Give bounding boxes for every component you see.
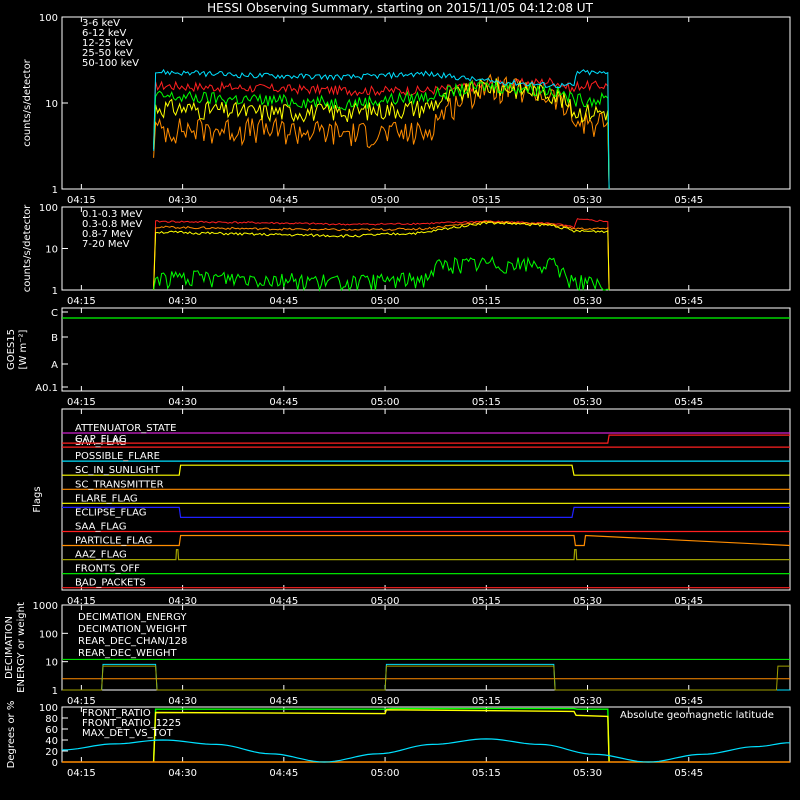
flag-label: FRONTS_OFF bbox=[75, 564, 140, 575]
x-tick-label: 05:45 bbox=[674, 696, 703, 707]
x-tick-label: 04:45 bbox=[269, 195, 298, 206]
y-tick-label: 0 bbox=[52, 758, 58, 769]
y-tick-label: A0.1 bbox=[35, 383, 58, 394]
x-tick-label: 04:15 bbox=[67, 696, 96, 707]
x-tick-label: 04:15 bbox=[67, 296, 96, 307]
y-axis-label: counts/s/detector bbox=[22, 204, 33, 292]
x-tick-label: 04:45 bbox=[269, 696, 298, 707]
flag-line bbox=[62, 464, 790, 476]
series-line bbox=[153, 218, 610, 291]
legend-entry: MAX_DET_VS_TOT bbox=[82, 728, 174, 739]
x-tick-label: 05:45 bbox=[674, 296, 703, 307]
x-tick-label: 05:30 bbox=[573, 397, 602, 408]
series-line bbox=[61, 738, 790, 763]
y-tick-label: A bbox=[51, 360, 58, 371]
y-tick-label: 100 bbox=[39, 703, 58, 714]
x-tick-label: 05:15 bbox=[472, 195, 501, 206]
series-line bbox=[153, 81, 610, 190]
series-line bbox=[153, 220, 610, 291]
observing-summary-plot: 04:15 04:30 04:45 05:00 05:15 05:30 05:4510010… bbox=[4, 13, 791, 779]
x-tick-label: 04:15 bbox=[67, 397, 96, 408]
x-tick-label: 05:00 bbox=[371, 397, 400, 408]
y-tick-label: 80 bbox=[45, 714, 58, 725]
y-tick-label: 100 bbox=[39, 13, 58, 24]
y-tick-label: 1000 bbox=[33, 601, 58, 612]
x-tick-label: 05:45 bbox=[674, 195, 703, 206]
flag-label: ECLIPSE_FLAG bbox=[75, 507, 146, 518]
y-tick-label: 10 bbox=[45, 245, 58, 256]
legend-entry: REAR_DEC_WEIGHT bbox=[78, 648, 177, 659]
legend-entry: 7-20 MeV bbox=[82, 239, 130, 250]
flag-label: ATTENUATOR_STATE bbox=[75, 423, 176, 434]
y-axis-label: counts/s/detector bbox=[22, 58, 33, 146]
flag-line bbox=[62, 534, 791, 547]
y-tick-label: 100 bbox=[39, 629, 58, 640]
x-tick-label: 05:30 bbox=[573, 195, 602, 206]
x-tick-label: 04:15 bbox=[67, 195, 96, 206]
x-tick-label: 04:30 bbox=[168, 296, 197, 307]
y-axis-label-2: ENERGY or weight bbox=[16, 602, 27, 693]
flag-label: AAZ_FLAG bbox=[75, 550, 127, 561]
x-tick-label: 05:15 bbox=[472, 397, 501, 408]
x-tick-label: 04:45 bbox=[269, 768, 298, 779]
legend-entry: DECIMATION_ENERGY bbox=[78, 612, 187, 623]
x-tick-label: 05:30 bbox=[573, 696, 602, 707]
x-tick-label: 05:45 bbox=[674, 768, 703, 779]
y-axis-label: DECIMATION bbox=[4, 616, 15, 679]
x-tick-label: 05:00 bbox=[371, 696, 400, 707]
flag-label: SAA_FLAG bbox=[75, 521, 126, 532]
x-tick-label: 04:45 bbox=[269, 397, 298, 408]
y-tick-label: 10 bbox=[45, 99, 58, 110]
x-tick-label: 04:30 bbox=[168, 768, 197, 779]
flag-label: BAD_PACKETS bbox=[75, 578, 146, 589]
y-axis-label: Flags bbox=[32, 486, 43, 512]
legend-entry: DECIMATION_WEIGHT bbox=[78, 624, 187, 635]
y-tick-label: 1 bbox=[52, 185, 58, 196]
y-axis-label: Degrees or % bbox=[6, 701, 17, 769]
y-tick-label: C bbox=[51, 308, 58, 319]
y-tick-label: 20 bbox=[45, 747, 58, 758]
y-tick-label: 10 bbox=[45, 658, 58, 669]
x-tick-label: 05:15 bbox=[472, 768, 501, 779]
x-tick-label: 04:30 bbox=[168, 696, 197, 707]
x-tick-label: 05:30 bbox=[573, 296, 602, 307]
flag-label: PARTICLE_FLAG bbox=[75, 536, 152, 547]
y-tick-label: 40 bbox=[45, 736, 58, 747]
x-tick-label: 04:30 bbox=[168, 397, 197, 408]
flag-label: POSSIBLE_FLARE bbox=[75, 451, 160, 462]
x-tick-label: 04:30 bbox=[168, 195, 197, 206]
series-line bbox=[153, 221, 610, 291]
x-tick-label: 05:30 bbox=[573, 768, 602, 779]
flag-label: SC_IN_SUNLIGHT bbox=[75, 465, 161, 476]
legend-entry: Absolute geomagnetic latitude bbox=[620, 710, 774, 721]
y-tick-label: B bbox=[51, 333, 58, 344]
series-line bbox=[62, 665, 790, 691]
x-tick-label: 05:00 bbox=[371, 296, 400, 307]
x-tick-label: 05:15 bbox=[472, 696, 501, 707]
legend-entry: 50-100 keV bbox=[82, 58, 139, 69]
flag-label: SC_TRANSMITTER bbox=[75, 479, 164, 490]
y-tick-label: 60 bbox=[45, 725, 58, 736]
flag-line bbox=[62, 434, 790, 444]
flag-label: FLARE_FLAG bbox=[75, 493, 138, 504]
y-tick-label: 1 bbox=[52, 286, 58, 297]
x-tick-label: 05:00 bbox=[371, 768, 400, 779]
legend-entry: REAR_DEC_CHAN/128 bbox=[78, 636, 187, 647]
y-tick-label: 1 bbox=[52, 686, 58, 697]
x-tick-label: 04:45 bbox=[269, 296, 298, 307]
x-tick-label: 05:00 bbox=[371, 195, 400, 206]
panel-frame-3 bbox=[61, 307, 791, 392]
x-tick-label: 05:15 bbox=[472, 296, 501, 307]
series-line bbox=[62, 663, 790, 691]
series-line bbox=[153, 255, 610, 292]
flag-line bbox=[62, 506, 790, 519]
y-axis-units: [W m⁻²] bbox=[18, 329, 29, 369]
x-tick-label: 05:45 bbox=[674, 397, 703, 408]
flag-label: GAP_FLAG bbox=[75, 434, 127, 445]
x-tick-label: 04:15 bbox=[67, 768, 96, 779]
y-tick-label: 100 bbox=[39, 203, 58, 214]
panel-frame-4 bbox=[61, 408, 791, 591]
flag-line bbox=[62, 548, 790, 561]
y-axis-label: GOES15 bbox=[6, 329, 17, 370]
